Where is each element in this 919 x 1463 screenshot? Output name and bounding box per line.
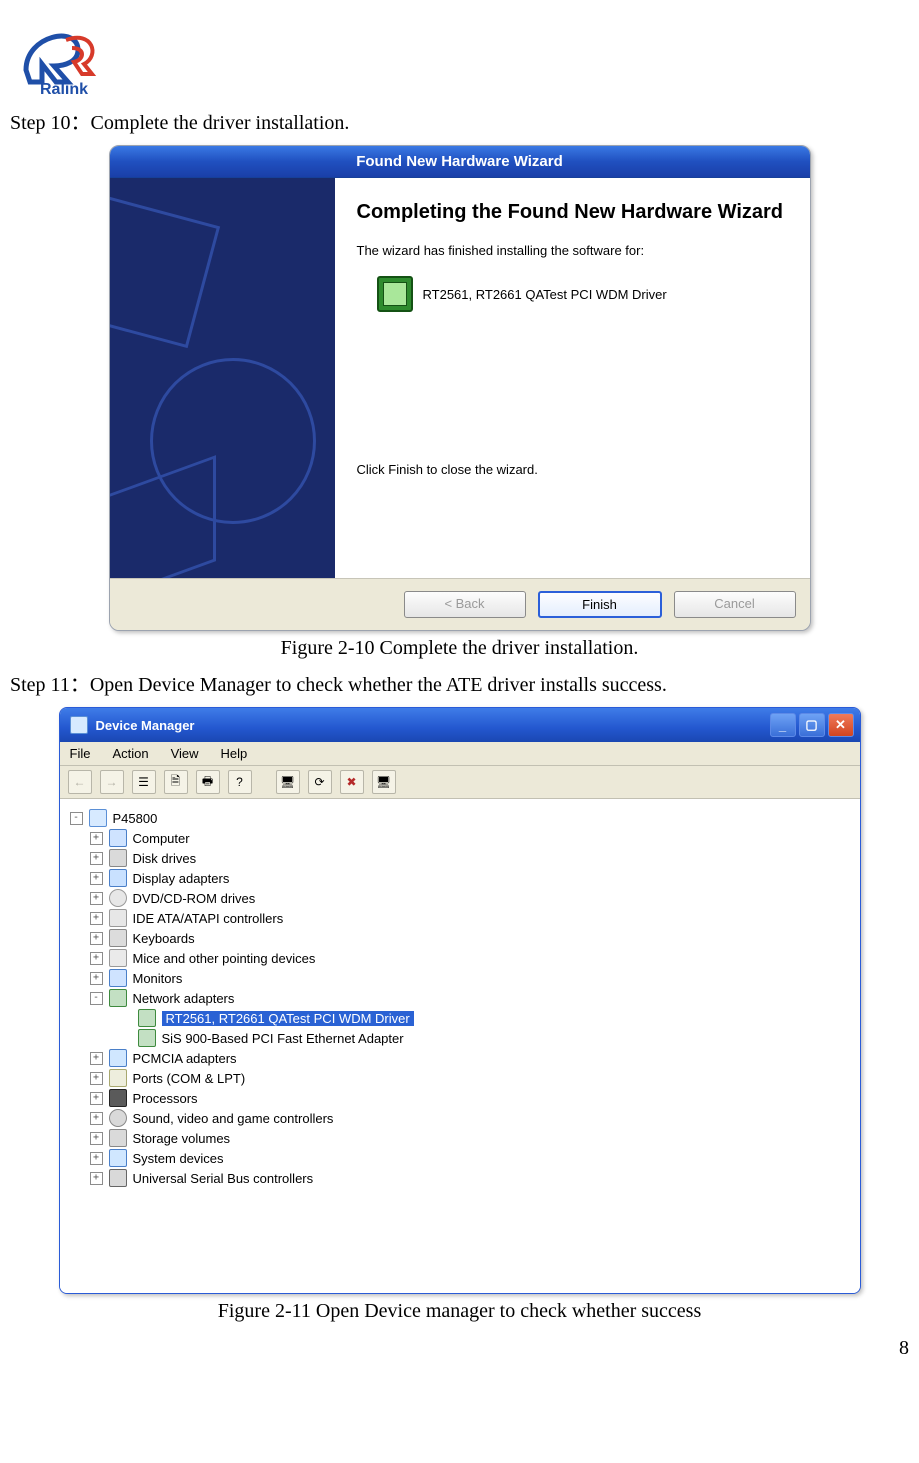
expand-toggle-icon[interactable]: -	[90, 992, 103, 1005]
toolbar-update-icon[interactable]: ⟳	[308, 770, 332, 794]
minimize-button[interactable]: _	[770, 713, 796, 737]
cancel-button[interactable]: Cancel	[674, 591, 796, 618]
menu-action[interactable]: Action	[112, 746, 148, 761]
tree-node-system[interactable]: +System devices	[90, 1148, 852, 1168]
tree-node-keyboards[interactable]: +Keyboards	[90, 928, 852, 948]
expand-toggle-icon[interactable]: +	[90, 1072, 103, 1085]
expand-toggle-icon[interactable]: +	[90, 1132, 103, 1145]
selected-driver-label: RT2561, RT2661 QATest PCI WDM Driver	[162, 1011, 414, 1026]
toolbar-disable-icon[interactable]: ✖	[340, 770, 364, 794]
tree-node-rt2561-driver[interactable]: RT2561, RT2661 QATest PCI WDM Driver	[120, 1008, 852, 1028]
toolbar-print-icon[interactable]: 🖶	[196, 770, 220, 794]
expand-toggle-icon[interactable]: +	[90, 1092, 103, 1105]
wizard-side-graphic	[110, 178, 335, 578]
svg-text:Ralink: Ralink	[40, 81, 88, 98]
tree-node-usb[interactable]: +Universal Serial Bus controllers	[90, 1168, 852, 1188]
back-button[interactable]: < Back	[404, 591, 526, 618]
toolbar-tree-icon[interactable]: ☰	[132, 770, 156, 794]
figure10-caption: Figure 2-10 Complete the driver installa…	[10, 637, 909, 660]
maximize-button[interactable]: ▢	[799, 713, 825, 737]
finish-button[interactable]: Finish	[538, 591, 662, 618]
tree-node-display[interactable]: +Display adapters	[90, 868, 852, 888]
menu-help[interactable]: Help	[221, 746, 248, 761]
tree-node-dvd[interactable]: +DVD/CD-ROM drives	[90, 888, 852, 908]
expand-toggle-icon[interactable]: +	[90, 972, 103, 985]
device-manager-toolbar: ← → ☰ 🗎 🖶 ? 🖥 ⟳ ✖ 🖥	[60, 766, 860, 799]
expand-toggle-icon[interactable]: +	[90, 872, 103, 885]
wizard-footer: < Back Finish Cancel	[110, 578, 810, 630]
expand-toggle-icon[interactable]: +	[90, 1052, 103, 1065]
tree-node-pcmcia[interactable]: +PCMCIA adapters	[90, 1048, 852, 1068]
menu-file[interactable]: File	[70, 746, 91, 761]
tree-node-ports[interactable]: +Ports (COM & LPT)	[90, 1068, 852, 1088]
found-new-hardware-wizard-window: Found New Hardware Wizard Completing the…	[109, 145, 811, 631]
expand-toggle-icon[interactable]: +	[90, 932, 103, 945]
toolbar-help-icon[interactable]: ?	[228, 770, 252, 794]
wizard-click-finish-text: Click Finish to close the wizard.	[357, 462, 792, 477]
tree-node-network-adapters[interactable]: -Network adapters	[90, 988, 852, 1008]
wizard-description: The wizard has finished installing the s…	[357, 243, 792, 258]
page-number: 8	[10, 1337, 909, 1360]
menu-view[interactable]: View	[171, 746, 199, 761]
tree-node-ide[interactable]: +IDE ATA/ATAPI controllers	[90, 908, 852, 928]
tree-node-monitors[interactable]: +Monitors	[90, 968, 852, 988]
wizard-heading: Completing the Found New Hardware Wizard	[357, 200, 792, 225]
expand-toggle-icon[interactable]: +	[90, 952, 103, 965]
expand-toggle-icon[interactable]: -	[70, 812, 83, 825]
device-manager-menu-bar: File Action View Help	[60, 742, 860, 766]
tree-node-mice[interactable]: +Mice and other pointing devices	[90, 948, 852, 968]
ralink-logo: Ralink	[18, 20, 909, 98]
tree-node-processors[interactable]: +Processors	[90, 1088, 852, 1108]
toolbar-forward-icon[interactable]: →	[100, 770, 124, 794]
toolbar-back-icon[interactable]: ←	[68, 770, 92, 794]
tree-node-disk[interactable]: +Disk drives	[90, 848, 852, 868]
tree-node-storage[interactable]: +Storage volumes	[90, 1128, 852, 1148]
tree-node-sound[interactable]: +Sound, video and game controllers	[90, 1108, 852, 1128]
expand-toggle-icon[interactable]: +	[90, 1152, 103, 1165]
tree-node-computer[interactable]: +Computer	[90, 828, 852, 848]
computer-icon	[70, 716, 88, 734]
device-chip-icon	[377, 276, 413, 312]
figure11-caption: Figure 2-11 Open Device manager to check…	[10, 1300, 909, 1323]
installed-driver-name: RT2561, RT2661 QATest PCI WDM Driver	[423, 287, 667, 302]
expand-toggle-icon[interactable]: +	[90, 852, 103, 865]
device-manager-window: Device Manager _ ▢ ✕ File Action View He…	[59, 707, 861, 1294]
tree-root[interactable]: - P45800	[70, 808, 852, 828]
computer-icon	[89, 809, 107, 827]
expand-toggle-icon[interactable]: +	[90, 832, 103, 845]
step10-text: Step 10：Complete the driver installation…	[10, 106, 909, 135]
close-button[interactable]: ✕	[828, 713, 854, 737]
device-tree: - P45800 +Computer +Disk drives +Display…	[60, 799, 860, 1293]
toolbar-scan-icon[interactable]: 🖥	[276, 770, 300, 794]
tree-node-sis900-adapter[interactable]: SiS 900-Based PCI Fast Ethernet Adapter	[120, 1028, 852, 1048]
device-manager-titlebar: Device Manager _ ▢ ✕	[60, 708, 860, 742]
expand-toggle-icon[interactable]: +	[90, 892, 103, 905]
expand-toggle-icon[interactable]: +	[90, 912, 103, 925]
expand-toggle-icon[interactable]: +	[90, 1112, 103, 1125]
toolbar-uninstall-icon[interactable]: 🖥	[372, 770, 396, 794]
expand-toggle-icon[interactable]: +	[90, 1172, 103, 1185]
step11-text: Step 11：Open Device Manager to check whe…	[10, 668, 909, 697]
wizard-titlebar: Found New Hardware Wizard	[110, 146, 810, 178]
root-label: P45800	[113, 811, 158, 826]
device-manager-title-text: Device Manager	[96, 718, 195, 733]
toolbar-properties-icon[interactable]: 🗎	[164, 770, 188, 794]
